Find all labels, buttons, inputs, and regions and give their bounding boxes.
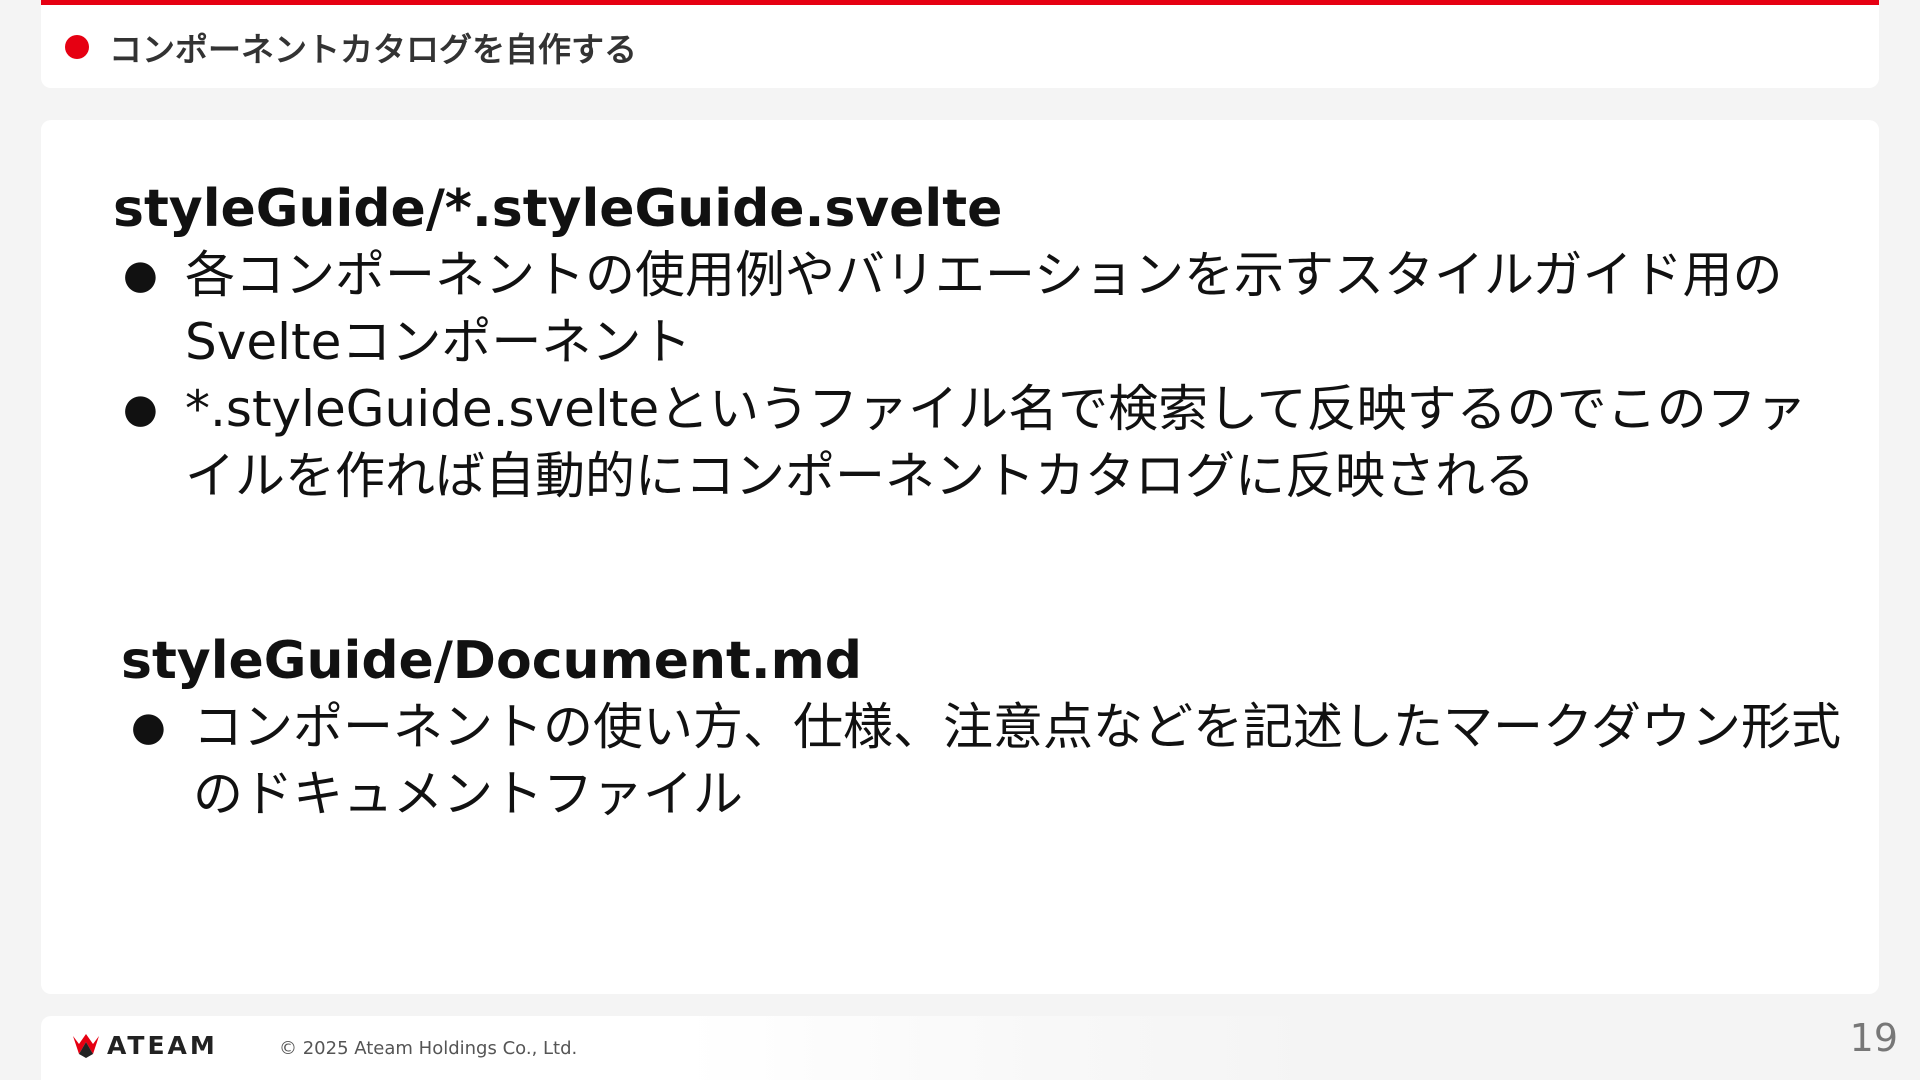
ateam-logo-icon xyxy=(73,1034,99,1058)
header-bullet-icon xyxy=(65,34,89,59)
section-heading: styleGuide/Document.md xyxy=(121,631,863,691)
copyright-text: © 2025 Ateam Holdings Co., Ltd. xyxy=(279,1038,578,1059)
slide: コンポーネントカタログを自作する styleGuide/*.styleGuide… xyxy=(0,0,1920,1080)
slide-header: コンポーネントカタログを自作する xyxy=(41,0,1879,88)
content-card: styleGuide/*.styleGuide.svelte ● 各コンポーネン… xyxy=(41,120,1879,994)
bullet-item: ● コンポーネントの使い方、仕様、注意点などを記述したマークダウン形式のドキュメ… xyxy=(121,694,1841,828)
bullet-mark: ● xyxy=(131,704,166,750)
section-document-md: styleGuide/Document.md ● コンポーネントの使い方、仕様、… xyxy=(121,628,1841,828)
slide-title: コンポーネントカタログを自作する xyxy=(109,29,637,69)
section-heading: styleGuide/*.styleGuide.svelte xyxy=(113,179,1003,239)
bullet-list: ● 各コンポーネントの使用例やバリエーションを示すスタイルガイド用のSvelte… xyxy=(113,242,1833,510)
bullet-text: コンポーネントの使い方、仕様、注意点などを記述したマークダウン形式のドキュメント… xyxy=(193,698,1841,823)
company-logo: ATEAM xyxy=(71,1030,218,1060)
bullet-list: ● コンポーネントの使い方、仕様、注意点などを記述したマークダウン形式のドキュメ… xyxy=(121,694,1841,828)
slide-footer: ATEAM © 2025 Ateam Holdings Co., Ltd. xyxy=(41,1016,1879,1080)
section-style-guide-svelte: styleGuide/*.styleGuide.svelte ● 各コンポーネン… xyxy=(113,176,1833,510)
logo-text: ATEAM xyxy=(107,1030,218,1060)
page-number: 19 xyxy=(1849,1016,1898,1060)
bullet-mark: ● xyxy=(123,252,158,298)
bullet-text: 各コンポーネントの使用例やバリエーションを示すスタイルガイド用のSvelteコン… xyxy=(185,246,1783,371)
bullet-item: ● *.styleGuide.svelteというファイル名で検索して反映するので… xyxy=(113,376,1833,510)
bullet-item: ● 各コンポーネントの使用例やバリエーションを示すスタイルガイド用のSvelte… xyxy=(113,242,1833,376)
bullet-mark: ● xyxy=(123,386,158,432)
bullet-text: *.styleGuide.svelteというファイル名で検索して反映するのでこの… xyxy=(185,380,1807,505)
